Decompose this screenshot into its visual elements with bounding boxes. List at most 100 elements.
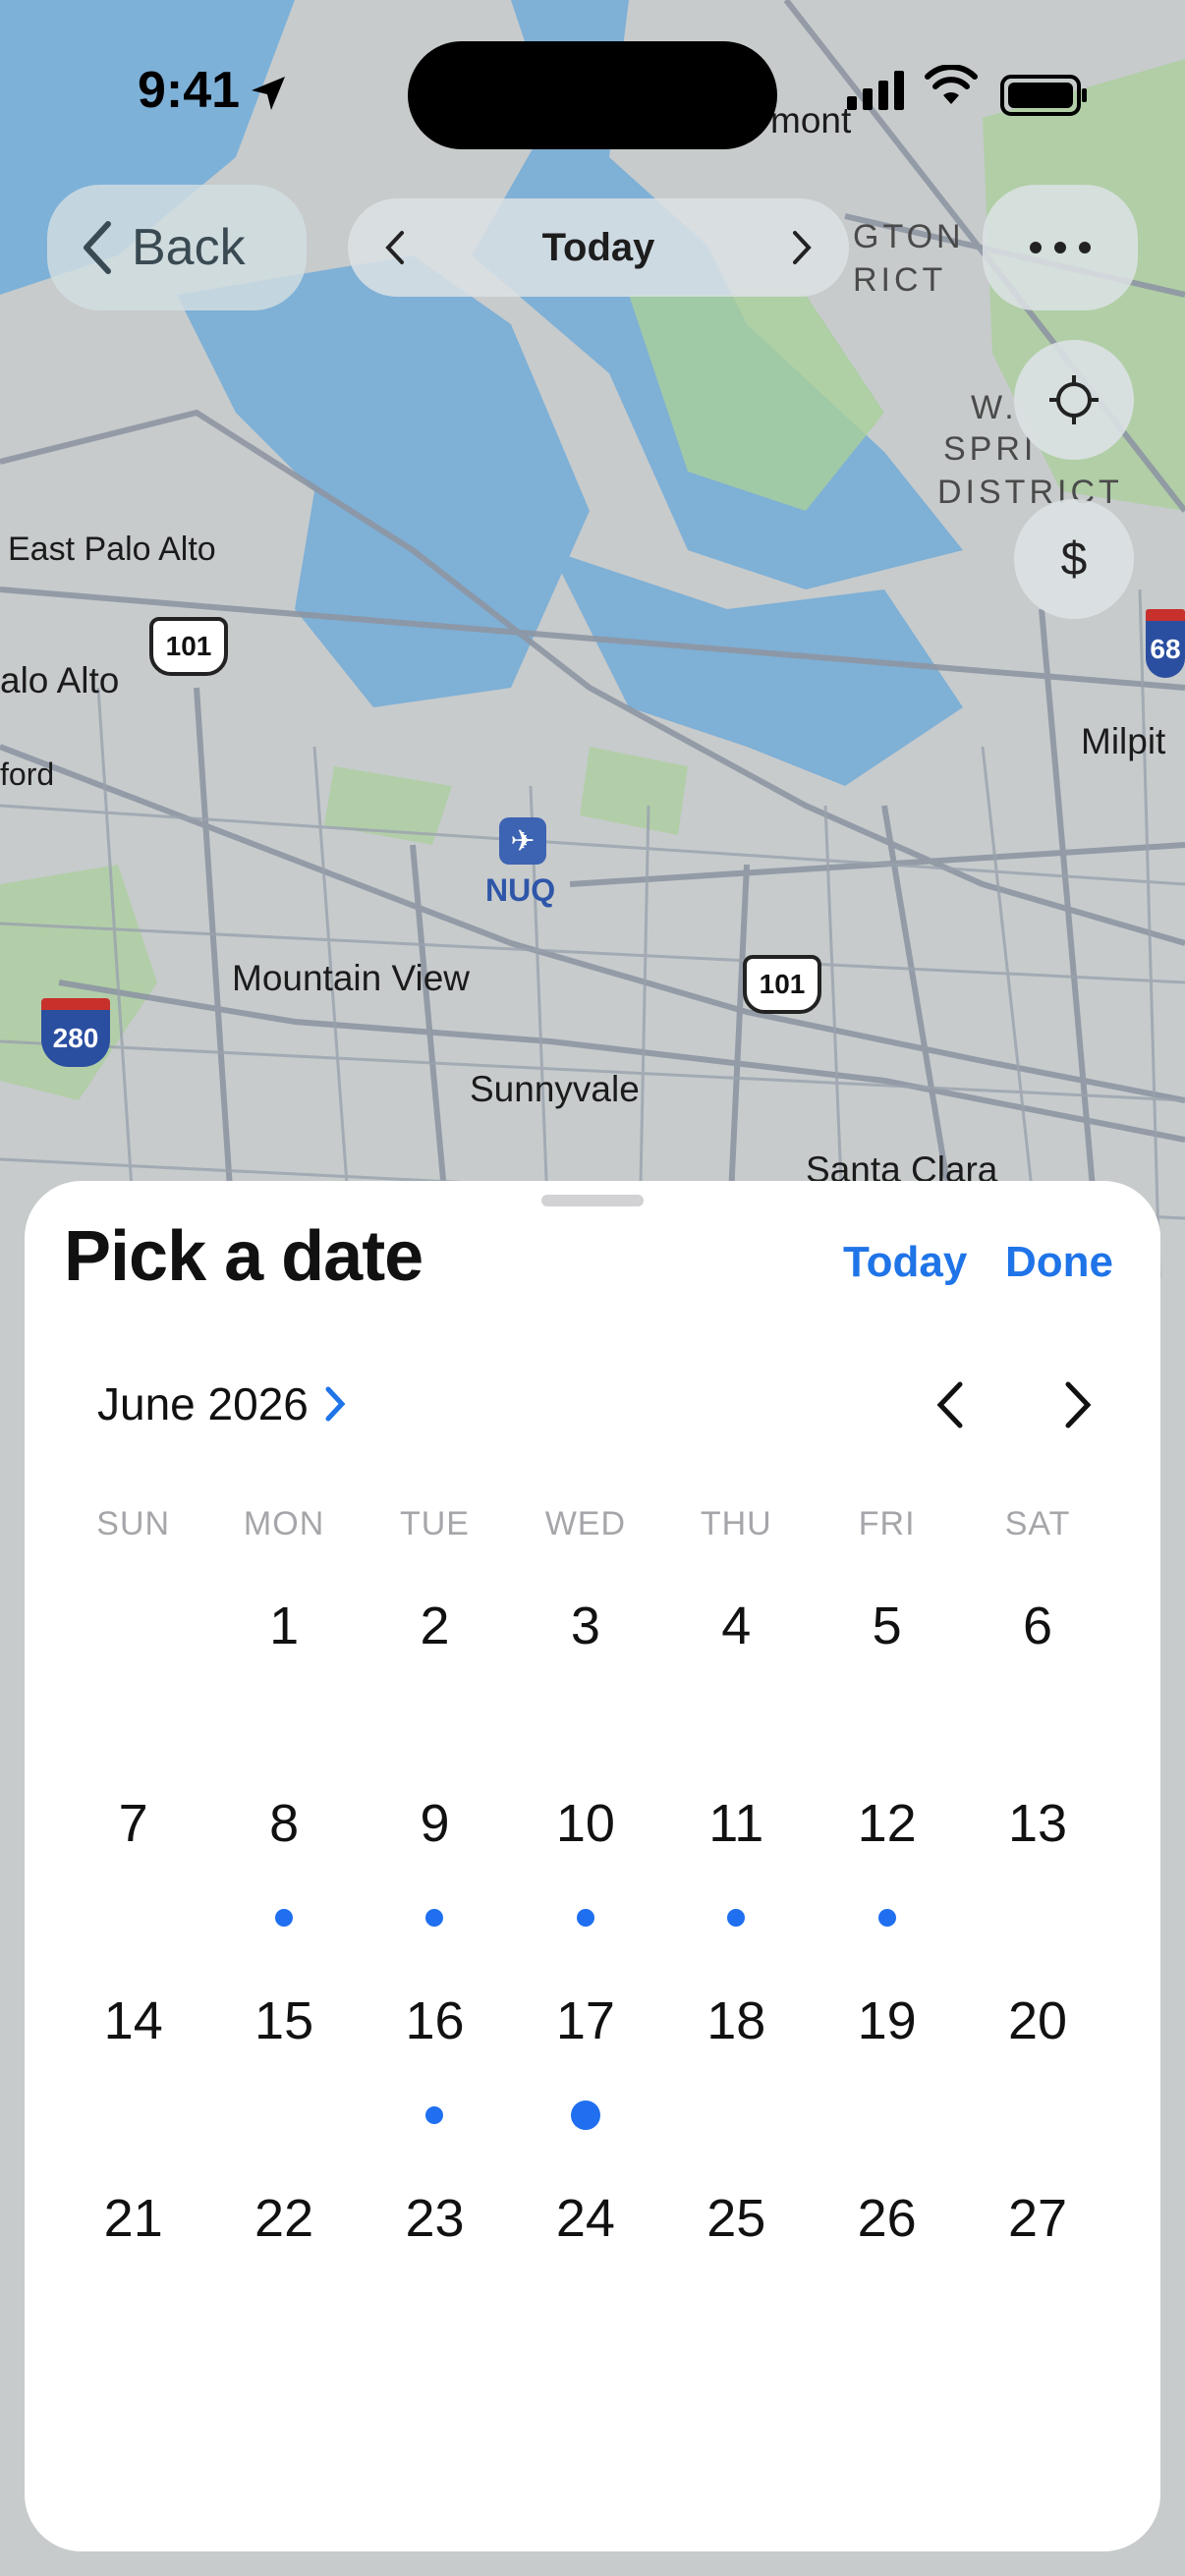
calendar-day[interactable]: 11	[661, 1781, 812, 1979]
back-button[interactable]: Back	[47, 185, 307, 310]
weekday-label: TUE	[399, 1505, 470, 1542]
next-day-button[interactable]	[755, 230, 849, 265]
previous-day-button[interactable]	[348, 230, 442, 265]
calendar-day[interactable]: 17	[510, 1979, 660, 2176]
chevron-right-icon	[1065, 1381, 1092, 1428]
map-label-milpitas: Milpit	[1081, 721, 1166, 761]
price-button[interactable]: $	[1014, 499, 1134, 619]
calendar-day-number: 8	[269, 1794, 300, 1853]
calendar-day[interactable]: 26	[812, 2176, 962, 2374]
calendar-day[interactable]: 8	[208, 1781, 359, 1979]
battery-icon	[1000, 75, 1087, 116]
weekday-label: THU	[700, 1505, 772, 1542]
calendar-day[interactable]: 2	[360, 1584, 510, 1781]
calendar-day-number: 13	[1008, 1794, 1068, 1853]
weekday-label: SAT	[1004, 1505, 1071, 1542]
calendar-grid: 1 2 3 4 5 6 7 8 9 10 11 12 13 14 15 16 17 18 19 20 21 22 23 24 2…	[58, 1584, 1113, 2374]
location-arrow-icon	[252, 77, 285, 110]
calendar-day[interactable]: 21	[58, 2176, 208, 2374]
calendar-day[interactable]: 23	[360, 2176, 510, 2374]
map-label-district-1: GTON	[853, 218, 965, 255]
wifi-icon	[925, 65, 978, 104]
event-indicator-dot	[425, 2106, 444, 2124]
map-label-ford: ford	[0, 756, 55, 792]
month-year-selector[interactable]: June 2026	[97, 1377, 346, 1430]
calendar-day[interactable]: 5	[812, 1584, 962, 1781]
map-label-springs-2: SPRI	[943, 430, 1038, 468]
calendar-day-number: 22	[254, 2189, 314, 2248]
calendar-day-number: 19	[857, 1991, 917, 2050]
calendar-day-number: 6	[1023, 1596, 1053, 1655]
map-label-palo-alto: alo Alto	[0, 660, 120, 700]
dynamic-island	[408, 41, 777, 149]
today-button[interactable]: Today	[843, 1238, 967, 1287]
weekday-header: SUN MON TUE WED THU FRI SAT	[58, 1505, 1113, 1543]
calendar-day-number: 7	[118, 1794, 148, 1853]
calendar-day[interactable]: 9	[360, 1781, 510, 1979]
calendar-day[interactable]: 25	[661, 2176, 812, 2374]
calendar-day-number: 21	[103, 2189, 163, 2248]
calendar-day[interactable]: 22	[208, 2176, 359, 2374]
highway-101-shield: 101	[149, 617, 228, 676]
calendar-day[interactable]: 1	[208, 1584, 359, 1781]
map-label-east-palo-alto: East Palo Alto	[8, 531, 216, 568]
calendar-day-number: 10	[555, 1794, 615, 1853]
svg-text:✈: ✈	[510, 825, 535, 858]
status-time: 9:41	[138, 62, 241, 119]
date-selector[interactable]: Today	[348, 198, 849, 297]
event-indicator-dot	[425, 1909, 444, 1927]
weekday-label: SUN	[96, 1505, 171, 1542]
calendar-week: 21 22 23 24 25 26 27	[58, 2176, 1113, 2374]
map-label-nuq: NUQ	[485, 872, 556, 908]
calendar-day[interactable]: 20	[962, 1979, 1112, 2176]
calendar-day[interactable]: 7	[58, 1781, 208, 1979]
chevron-right-icon	[792, 231, 812, 264]
calendar-day-number: 23	[405, 2189, 465, 2248]
weekday-label: FRI	[858, 1505, 916, 1542]
calendar-day[interactable]: 13	[962, 1781, 1112, 1979]
status-bar: 9:41	[0, 0, 1185, 187]
highway-101-shield: 101	[743, 955, 821, 1014]
calendar-day[interactable]: 3	[510, 1584, 660, 1781]
next-month-button[interactable]	[1048, 1375, 1107, 1434]
calendar-day[interactable]: 4	[661, 1584, 812, 1781]
calendar-day-number: 26	[857, 2189, 917, 2248]
month-label: June 2026	[97, 1378, 309, 1429]
done-button[interactable]: Done	[1005, 1238, 1113, 1287]
calendar-day[interactable]: 15	[208, 1979, 359, 2176]
weekday-label: WED	[544, 1505, 627, 1542]
calendar-day[interactable]: 10	[510, 1781, 660, 1979]
date-picker-sheet: Pick a date Today Done June 2026 SUN MON…	[25, 1181, 1160, 2551]
locate-me-button[interactable]	[1014, 340, 1134, 460]
calendar-day-number: 14	[103, 1991, 163, 2050]
map-label-sunnyvale: Sunnyvale	[470, 1069, 640, 1109]
calendar-day-number: 4	[721, 1596, 752, 1655]
map-label-springs-1: W.	[971, 389, 1018, 426]
calendar-week: 14 15 16 17 18 19 20	[58, 1979, 1113, 2176]
sheet-title: Pick a date	[64, 1217, 423, 1296]
more-options-button[interactable]	[983, 185, 1138, 310]
calendar-day[interactable]: 12	[812, 1781, 962, 1979]
calendar-day[interactable]: 14	[58, 1979, 208, 2176]
previous-month-button[interactable]	[921, 1375, 980, 1434]
calendar-day[interactable]: 24	[510, 2176, 660, 2374]
ellipsis-icon	[1030, 242, 1091, 253]
calendar-week: 7 8 9 10 11 12 13	[58, 1781, 1113, 1979]
event-indicator-dot	[727, 1909, 746, 1927]
calendar-day[interactable]: 6	[962, 1584, 1112, 1781]
chevron-left-icon	[385, 231, 404, 264]
calendar-day-number: 20	[1008, 1991, 1068, 2050]
calendar-day-number: 27	[1008, 2189, 1068, 2248]
date-label[interactable]: Today	[542, 226, 655, 270]
weekday-label: MON	[243, 1505, 325, 1542]
sheet-grabber[interactable]	[541, 1195, 644, 1206]
chevron-left-icon	[936, 1381, 963, 1428]
calendar-day[interactable]: 27	[962, 2176, 1112, 2374]
calendar-empty-cell	[58, 1584, 208, 1781]
calendar-day-number: 16	[405, 1991, 465, 2050]
calendar-day-number: 18	[706, 1991, 766, 2050]
calendar-day[interactable]: 18	[661, 1979, 812, 2176]
calendar-day[interactable]: 16	[360, 1979, 510, 2176]
chevron-left-icon	[81, 220, 114, 275]
calendar-day[interactable]: 19	[812, 1979, 962, 2176]
